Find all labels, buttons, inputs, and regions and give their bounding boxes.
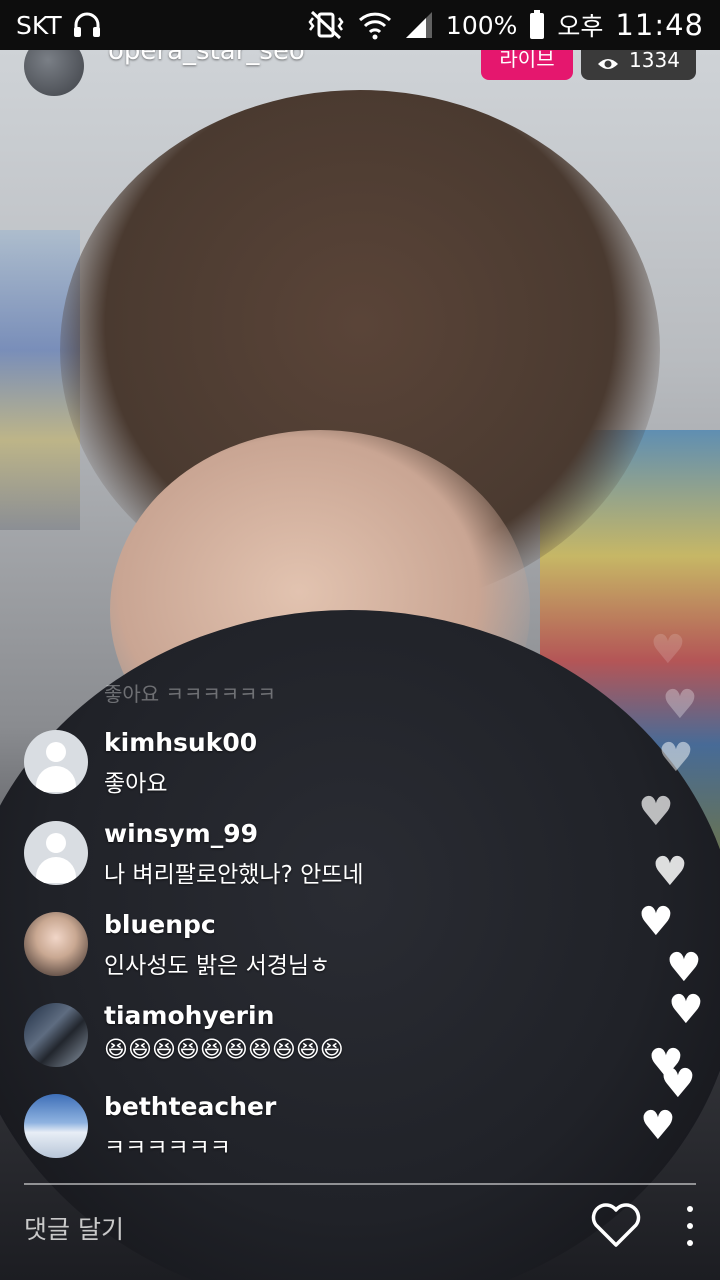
wifi-icon: [358, 12, 391, 40]
heart-icon: ♥: [638, 789, 674, 835]
comment-text: 좋아요: [104, 771, 168, 797]
heart-icon: ♥: [662, 682, 698, 728]
heart-icon: ♥: [660, 1061, 696, 1107]
comment-username[interactable]: bluenpc: [104, 910, 216, 939]
avatar[interactable]: [24, 821, 88, 885]
comment-item: winsym_99 나 벼리팔로안했나? 안뜨네: [24, 819, 624, 910]
more-options-icon[interactable]: [680, 1206, 700, 1246]
comment-text: 인사성도 밝은 서경님ㅎ: [104, 953, 331, 979]
heart-icon: ♥: [668, 987, 704, 1033]
comment-text: ㅋㅋㅋㅋㅋㅋ: [104, 1135, 231, 1161]
avatar[interactable]: [24, 1003, 88, 1067]
status-bar: SKT 100% 오후 11:48: [0, 0, 720, 50]
heart-icon: ♥: [640, 1103, 676, 1149]
clock: 11:48: [615, 8, 704, 42]
comment-username[interactable]: winsym_99: [104, 819, 258, 848]
vibrate-off-icon: [308, 10, 344, 40]
comment-divider: [24, 1183, 696, 1185]
carrier-label: SKT: [16, 10, 62, 40]
comment-username[interactable]: tiamohyerin: [104, 1001, 274, 1030]
heart-icon: ♥: [650, 627, 686, 673]
battery-icon: [530, 10, 545, 39]
comment-item: bethteacher ㅋㅋㅋㅋㅋㅋ: [24, 1092, 624, 1183]
viewer-count: 1334: [629, 48, 680, 72]
avatar[interactable]: [24, 1094, 88, 1158]
heart-icon: ♥: [638, 899, 674, 945]
comment-item: kimhsuk00 좋아요: [24, 728, 624, 819]
ampm-label: 오후: [557, 12, 604, 41]
comment-username[interactable]: kimhsuk00: [104, 728, 257, 757]
comment-username[interactable]: bethteacher: [104, 1092, 276, 1121]
avatar[interactable]: [24, 912, 88, 976]
floating-hearts: ♥ ♥ ♥ ♥ ♥ ♥ ♥ ♥ ♥ ♥ ♥: [630, 630, 720, 1150]
heart-icon: ♥: [666, 945, 702, 991]
avatar[interactable]: [24, 730, 88, 794]
heart-icon: ♥: [658, 735, 694, 781]
like-heart-icon[interactable]: [590, 1200, 642, 1250]
comment-list: kimhsuk00 좋아요 winsym_99 나 벼리팔로안했나? 안뜨네 b…: [24, 728, 624, 1183]
headphones-icon: [73, 12, 100, 37]
heart-icon: ♥: [652, 849, 688, 895]
comment-item: bluenpc 인사성도 밝은 서경님ㅎ: [24, 910, 624, 1001]
eye-icon: [598, 59, 619, 69]
fading-comment: 좋아요 ㅋㅋㅋㅋㅋㅋ: [104, 682, 276, 706]
battery-percent: 100%: [445, 10, 518, 40]
comment-input[interactable]: 댓글 달기: [24, 1210, 124, 1246]
comment-text: 나 벼리팔로안했나? 안뜨네: [104, 862, 364, 888]
signal-icon: [405, 12, 432, 38]
comment-item: tiamohyerin 😆😆😆😆😆😆😆😆😆😆: [24, 1001, 624, 1092]
comment-text: 😆😆😆😆😆😆😆😆😆😆: [104, 1037, 344, 1063]
